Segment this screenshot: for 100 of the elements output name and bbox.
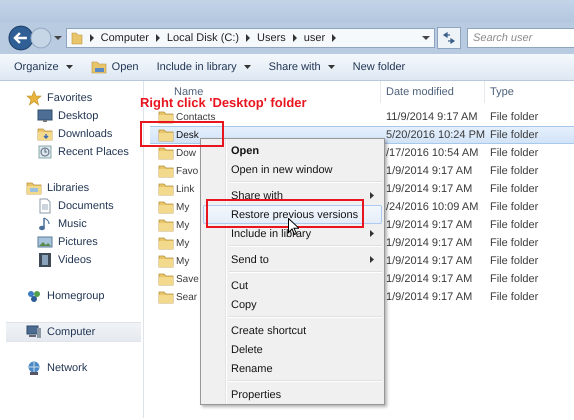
- file-name[interactable]: Save: [176, 274, 199, 284]
- folder-icon: [158, 181, 174, 197]
- breadcrumb[interactable]: Computer: [100, 32, 149, 44]
- menu-item[interactable]: Delete: [203, 340, 382, 359]
- sidebar-item[interactable]: Libraries: [6, 179, 141, 197]
- file-name[interactable]: My: [176, 202, 190, 212]
- sidebar-item[interactable]: Documents: [6, 197, 141, 215]
- sidebar-item[interactable]: Network: [6, 359, 141, 377]
- sidebar-item[interactable]: Homegroup: [6, 287, 141, 305]
- column-header[interactable]: Date modified: [386, 86, 454, 98]
- dropdown-icon: [328, 64, 335, 70]
- toolbar-button[interactable]: Organize: [14, 61, 73, 73]
- menu-item[interactable]: Restore previous versions: [203, 205, 382, 224]
- file-name[interactable]: My: [176, 256, 190, 266]
- table-cell-text: File folder: [489, 111, 540, 123]
- refresh-button[interactable]: [437, 27, 461, 49]
- menu-item[interactable]: Open: [203, 141, 382, 160]
- file-name[interactable]: Sear: [176, 292, 198, 302]
- sidebar-item[interactable]: Recent Places: [6, 143, 141, 161]
- file-name[interactable]: Link: [176, 184, 194, 194]
- monitor-icon: [37, 108, 53, 124]
- sidebar-item[interactable]: Videos: [6, 251, 141, 269]
- sidebar-item[interactable]: Computer: [6, 322, 141, 342]
- file-name[interactable]: My: [176, 220, 190, 230]
- table-cell-text: 1/9/2014 9:17 AM: [385, 183, 474, 195]
- file-name[interactable]: Contacts: [176, 112, 216, 122]
- menu-item[interactable]: Rename: [203, 359, 382, 378]
- chevron-icon: [154, 34, 161, 42]
- table-cell-text: File folder: [489, 201, 540, 213]
- table-cell-text: 1/9/2014 9:17 AM: [385, 291, 474, 303]
- toolbar-button[interactable]: New folder: [352, 61, 406, 73]
- table-cell-text: /17/2016 10:54 AM: [385, 147, 480, 159]
- dropdown-icon: [66, 64, 73, 70]
- folder-icon: [158, 163, 174, 179]
- toolbar-button[interactable]: Share with: [268, 61, 335, 73]
- sidebar-item[interactable]: Downloads: [6, 125, 141, 143]
- folder-icon: [158, 235, 174, 251]
- column-header[interactable]: Name: [174, 86, 204, 98]
- folder-icon: [158, 271, 174, 287]
- table-cell-text: File folder: [489, 165, 540, 177]
- file-name[interactable]: Dow: [176, 148, 196, 158]
- document-icon: [37, 198, 53, 214]
- chevron-icon: [331, 34, 338, 42]
- table-cell-text: File folder: [489, 273, 540, 285]
- menu-item[interactable]: Cut: [203, 276, 382, 295]
- file-name[interactable]: Favo: [176, 166, 198, 176]
- chevron-icon: [245, 34, 252, 42]
- forward-icon: [30, 27, 52, 49]
- sidebar-item[interactable]: Pictures: [6, 233, 141, 251]
- table-cell-text: File folder: [489, 129, 540, 141]
- column-header[interactable]: Type: [490, 86, 514, 98]
- chevron-icon: [88, 34, 95, 42]
- address-bar[interactable]: Computer Local Disk (C:) Users user: [66, 28, 436, 48]
- search-field[interactable]: Search user: [467, 28, 574, 48]
- menu-item[interactable]: Share with: [203, 186, 382, 205]
- table-cell-text: File folder: [489, 147, 540, 159]
- sidebar-item[interactable]: Music: [6, 215, 141, 233]
- table-cell-text: /24/2016 10:09 AM: [385, 201, 480, 213]
- folder-icon: [158, 289, 174, 305]
- submenu-arrow-icon: [370, 256, 374, 263]
- sidebar-item[interactable]: Desktop: [6, 107, 141, 125]
- breadcrumb[interactable]: user: [304, 32, 326, 44]
- folder-icon: [158, 253, 174, 269]
- chevron-icon: [292, 34, 298, 42]
- table-cell-text: 1/9/2014 9:17 AM: [385, 219, 474, 231]
- back-icon: [8, 25, 34, 51]
- file-name[interactable]: My: [176, 238, 190, 248]
- table-cell-text: File folder: [489, 237, 540, 249]
- menu-item[interactable]: Open in new window: [203, 160, 382, 179]
- menu-item[interactable]: Properties: [203, 385, 382, 404]
- table-cell-text: File folder: [489, 291, 540, 303]
- table-cell-text: 1/9/2014 9:17 AM: [385, 237, 474, 249]
- toolbar-button[interactable]: Include in library: [156, 61, 251, 73]
- file-name[interactable]: Desk: [176, 130, 199, 140]
- breadcrumb[interactable]: Local Disk (C:): [166, 32, 240, 44]
- table-cell-text: File folder: [489, 183, 540, 195]
- computer-icon: [26, 324, 42, 340]
- dropdown-icon: [422, 35, 430, 41]
- table-cell-text: 5/20/2016 10:24 PM: [385, 129, 484, 141]
- dropdown-icon: [54, 35, 62, 41]
- refresh-icon: [442, 32, 456, 44]
- annotation-text: Right click 'Desktop' folder: [140, 95, 307, 110]
- submenu-arrow-icon: [370, 192, 374, 199]
- menu-item[interactable]: Send to: [203, 250, 382, 269]
- library-icon: [26, 180, 42, 196]
- film-icon: [37, 252, 53, 268]
- folder-icon: [158, 127, 174, 143]
- toolbar-button[interactable]: Open: [90, 60, 139, 74]
- sidebar-item[interactable]: Favorites: [6, 89, 141, 107]
- menu-item[interactable]: Copy: [203, 295, 382, 314]
- star-icon: [26, 90, 42, 106]
- folder-icon: [90, 60, 107, 74]
- network-icon: [26, 360, 42, 376]
- menu-item[interactable]: Create shortcut: [203, 321, 382, 340]
- dropdown-icon: [244, 64, 251, 70]
- breadcrumb[interactable]: Users: [257, 32, 286, 44]
- pictures-icon: [37, 234, 53, 250]
- clock-icon: [37, 144, 53, 160]
- homegroup-icon: [26, 288, 42, 304]
- table-cell-text: 1/9/2014 9:17 AM: [385, 165, 474, 177]
